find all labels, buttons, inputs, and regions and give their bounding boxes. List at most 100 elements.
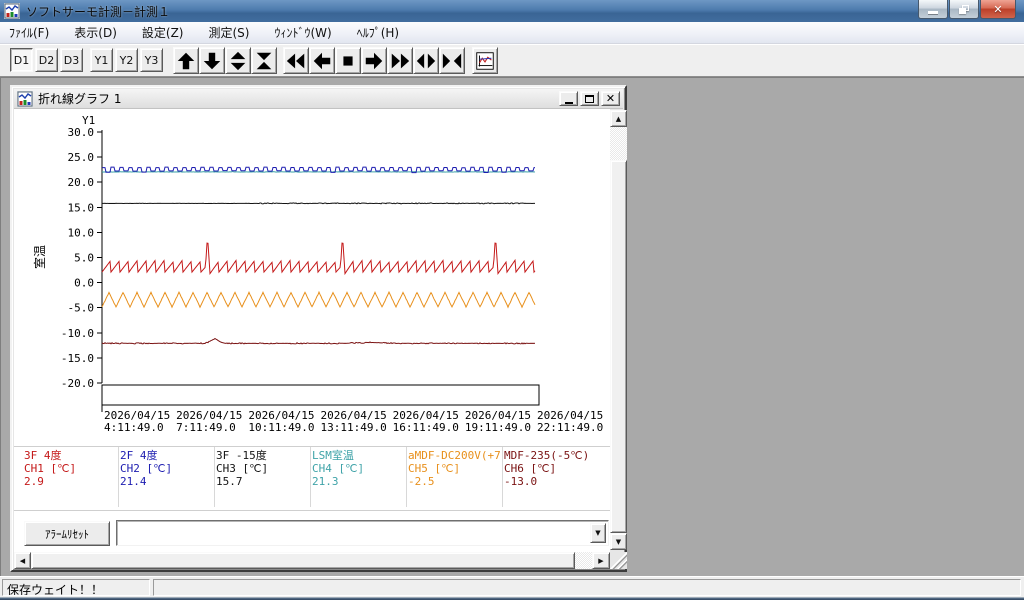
legend-channel-1: 3F 4度CH1 [℃]2.9 [24,449,119,507]
menu-item-2[interactable]: 設定(Z) [133,21,193,44]
legend-name: LSM室温 [312,449,407,462]
minimize-button[interactable] [918,0,948,19]
pan-down-icon [201,50,223,72]
hscroll-thumb[interactable] [31,552,575,569]
svg-text:10:11:49.0: 10:11:49.0 [248,421,314,434]
legend-channel-2: 2F 4度CH2 [℃]21.4 [120,449,215,507]
scroll-down-button[interactable]: ▼ [610,533,627,550]
svg-text:-20.0: -20.0 [61,377,94,390]
step-left-icon [311,50,333,72]
expand-vertical-icon [227,50,249,72]
vscroll-thumb[interactable] [610,160,627,533]
expand-horizontal-button[interactable] [413,47,439,74]
graph-window-icon [474,50,496,72]
compress-horizontal-button[interactable] [439,47,465,74]
svg-text:13:11:49.0: 13:11:49.0 [321,421,387,434]
child-close-button[interactable]: ✕ [601,91,620,106]
fast-forward-button[interactable] [387,47,413,74]
step-left-button[interactable] [309,47,335,74]
main-title-bar: ソフトサーモ計測－計測１ ✕ [0,0,1024,22]
legend-channel-label: CH4 [℃] [312,462,407,475]
toolbar-toggle-y2[interactable]: Y2 [115,48,138,72]
toolbar-toggle-d2[interactable]: D2 [35,48,58,72]
legend-name: 3F -15度 [216,449,311,462]
legend-current-value: -2.5 [408,475,503,488]
menu-bar: ﾌｧｲﾙ(F) 表示(D) 設定(Z) 測定(S) ｳｨﾝﾄﾞｳ(W) ﾍﾙﾌﾟ(H) [0,22,1024,44]
hscroll-track[interactable] [575,552,592,569]
menu-item-4[interactable]: ｳｨﾝﾄﾞｳ(W) [265,21,340,44]
alarm-combo-input[interactable] [120,523,588,543]
scroll-left-button[interactable]: ◀ [14,552,31,569]
compress-vertical-icon [253,50,275,72]
legend-name: MDF-235(-5℃) [504,449,599,462]
scroll-right-button[interactable]: ▶ [592,552,610,569]
toolbar-toggle-y1[interactable]: Y1 [90,48,113,72]
legend-current-value: 21.4 [120,475,215,488]
graph-window-title-icon [17,91,33,107]
stop-button[interactable] [335,47,361,74]
child-minimize-button[interactable] [559,91,578,106]
horizontal-scrollbar[interactable]: ◀ ▶ [14,552,610,569]
legend-divider-bottom [14,510,610,511]
step-right-icon [363,50,385,72]
app-window: { "window": { "title": "ソフトサーモ計測－計測１", "… [0,0,1024,600]
expand-horizontal-icon [415,50,437,72]
toolbar-toggle-d3[interactable]: D3 [60,48,83,72]
svg-text:5.0: 5.0 [74,252,94,265]
status-message: 保存ウェイト！！ [2,579,150,596]
alarm-reset-button[interactable]: ｱﾗｰﾑﾘｾｯﾄ [24,521,110,546]
close-icon: ✕ [993,4,1002,15]
menu-item-1[interactable]: 表示(D) [65,21,126,44]
resize-grip[interactable] [610,552,627,569]
menu-item-3[interactable]: 測定(S) [199,21,258,44]
child-maximize-button[interactable] [580,91,599,106]
legend-channel-4: LSM室温CH4 [℃]21.3 [312,449,407,507]
svg-text:室温: 室温 [32,245,47,269]
close-button[interactable]: ✕ [980,0,1016,19]
toolbar-toggle-d1[interactable]: D1 [10,48,33,72]
compress-horizontal-icon [441,50,463,72]
svg-text:19:11:49.0: 19:11:49.0 [465,421,531,434]
child-title-bar[interactable]: 折れ線グラフ 1 ✕ [14,89,623,109]
pan-up-button[interactable] [173,47,199,74]
rewind-button[interactable] [283,47,309,74]
minimize-icon [928,11,938,14]
line-chart: 30.025.020.015.010.05.00.0-5.0-10.0-15.0… [14,109,610,441]
stop-icon [337,50,359,72]
scroll-up-button[interactable]: ▲ [610,110,627,127]
svg-text:4:11:49.0: 4:11:49.0 [104,421,164,434]
svg-text:-5.0: -5.0 [68,302,95,315]
rewind-icon [285,50,307,72]
menu-item-0[interactable]: ﾌｧｲﾙ(F) [0,21,58,44]
fast-forward-icon [389,50,411,72]
combo-dropdown-button[interactable]: ▼ [590,523,606,543]
svg-text:-10.0: -10.0 [61,327,94,340]
legend-current-value: 21.3 [312,475,407,488]
svg-text:0.0: 0.0 [74,277,94,290]
app-icon [4,3,20,19]
restore-button[interactable] [949,0,979,19]
legend-channel-5: aMDF-DC200V(+7CH5 [℃]-2.5 [408,449,503,507]
legend-channel-label: CH3 [℃] [216,462,311,475]
menu-item-5[interactable]: ﾍﾙﾌﾟ(H) [348,21,408,44]
legend-current-value: 15.7 [216,475,311,488]
toolbar-toggle-y3[interactable]: Y3 [140,48,163,72]
svg-text:25.0: 25.0 [68,151,95,164]
compress-vertical-button[interactable] [251,47,277,74]
svg-text:10.0: 10.0 [68,226,95,239]
vscroll-track[interactable] [610,127,627,160]
child-close-icon: ✕ [606,93,615,104]
pan-down-button[interactable] [199,47,225,74]
step-right-button[interactable] [361,47,387,74]
channel-legend: 3F 4度CH1 [℃]2.92F 4度CH2 [℃]21.43F -15度CH… [14,447,610,510]
svg-text:30.0: 30.0 [68,126,95,139]
svg-text:-15.0: -15.0 [61,352,94,365]
svg-text:16:11:49.0: 16:11:49.0 [393,421,459,434]
legend-name: 2F 4度 [120,449,215,462]
legend-channel-3: 3F -15度CH3 [℃]15.7 [216,449,311,507]
child-maximize-icon [585,95,594,103]
vertical-scrollbar[interactable]: ▲ ▼ [610,110,627,550]
graph-window-button[interactable] [472,47,498,74]
svg-text:15.0: 15.0 [68,201,95,214]
expand-vertical-button[interactable] [225,47,251,74]
